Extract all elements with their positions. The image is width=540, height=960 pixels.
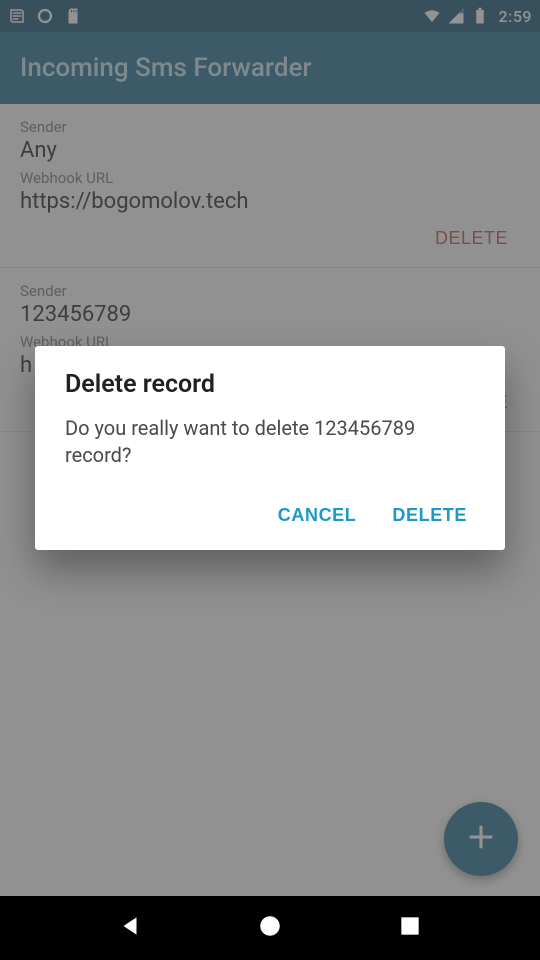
modal-scrim[interactable]: Delete record Do you really want to dele…: [0, 0, 540, 896]
navigation-bar: [0, 896, 540, 960]
dialog-message: Do you really want to delete 123456789 r…: [65, 415, 475, 469]
recent-square-icon: [397, 913, 423, 943]
back-triangle-icon: [117, 913, 143, 943]
cancel-button[interactable]: CANCEL: [274, 495, 361, 536]
delete-dialog: Delete record Do you really want to dele…: [35, 346, 505, 550]
nav-recent-button[interactable]: [395, 913, 425, 943]
dialog-title: Delete record: [65, 370, 475, 399]
confirm-delete-button[interactable]: DELETE: [388, 495, 471, 536]
home-circle-icon: [257, 913, 283, 943]
nav-back-button[interactable]: [115, 913, 145, 943]
nav-home-button[interactable]: [255, 913, 285, 943]
